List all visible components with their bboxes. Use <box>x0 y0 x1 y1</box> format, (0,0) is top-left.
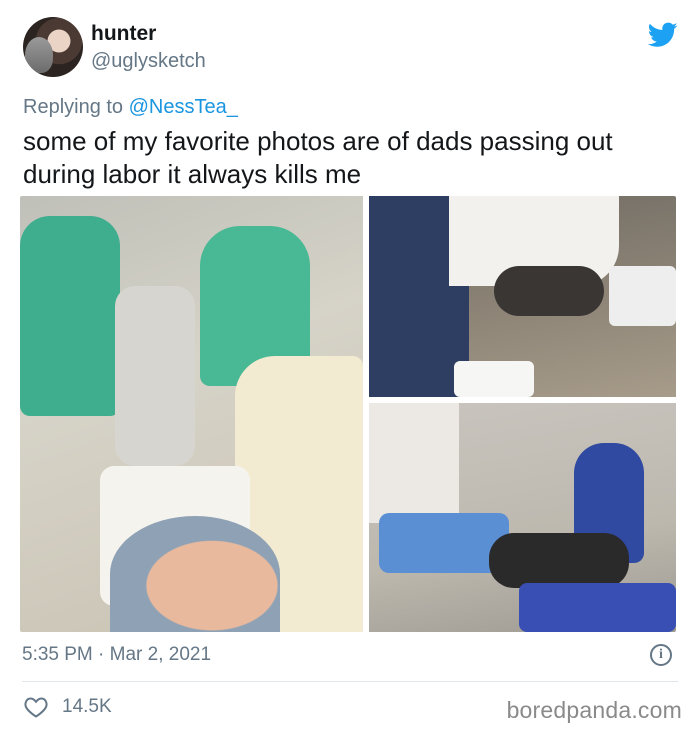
photo-top-right[interactable] <box>369 196 676 397</box>
display-name[interactable]: hunter <box>91 22 156 46</box>
man-on-floor-shape <box>115 286 195 466</box>
tweet-timestamp[interactable]: 5:35 PM · Mar 2, 2021 <box>22 644 211 666</box>
user-handle[interactable]: @uglysketch <box>91 50 206 73</box>
divider <box>22 681 678 682</box>
tweet-text: some of my favorite photos are of dads p… <box>23 126 613 189</box>
nurse-left-shape <box>20 216 120 416</box>
twitter-bird-icon[interactable] <box>648 22 678 48</box>
avatar[interactable] <box>23 17 83 77</box>
floor-mat-shape <box>519 583 676 632</box>
like-count: 14.5K <box>62 696 112 717</box>
heart-icon[interactable] <box>24 696 48 718</box>
avatar-cat-shape <box>25 37 53 73</box>
man-on-floor-shape <box>489 533 629 588</box>
tweet-card: hunter @uglysketch Replying to @NessTea_… <box>0 0 700 734</box>
woman-face-shape <box>110 516 280 632</box>
floor-cloth-shape <box>454 361 534 397</box>
info-icon[interactable]: i <box>650 644 672 666</box>
man-lying-shape <box>494 266 604 316</box>
watermark: boredpanda.com <box>506 697 682 723</box>
replying-to: Replying to @NessTea_ <box>23 96 238 119</box>
media-grid <box>20 196 676 632</box>
towels-shape <box>609 266 676 326</box>
photo-left[interactable] <box>20 196 363 632</box>
mention-link[interactable]: @NessTea_ <box>129 96 238 118</box>
like-action[interactable]: 14.5K <box>24 696 112 718</box>
bed-shape <box>369 403 459 523</box>
photo-bottom-right[interactable] <box>369 403 676 632</box>
replying-to-label: Replying to <box>23 96 129 118</box>
